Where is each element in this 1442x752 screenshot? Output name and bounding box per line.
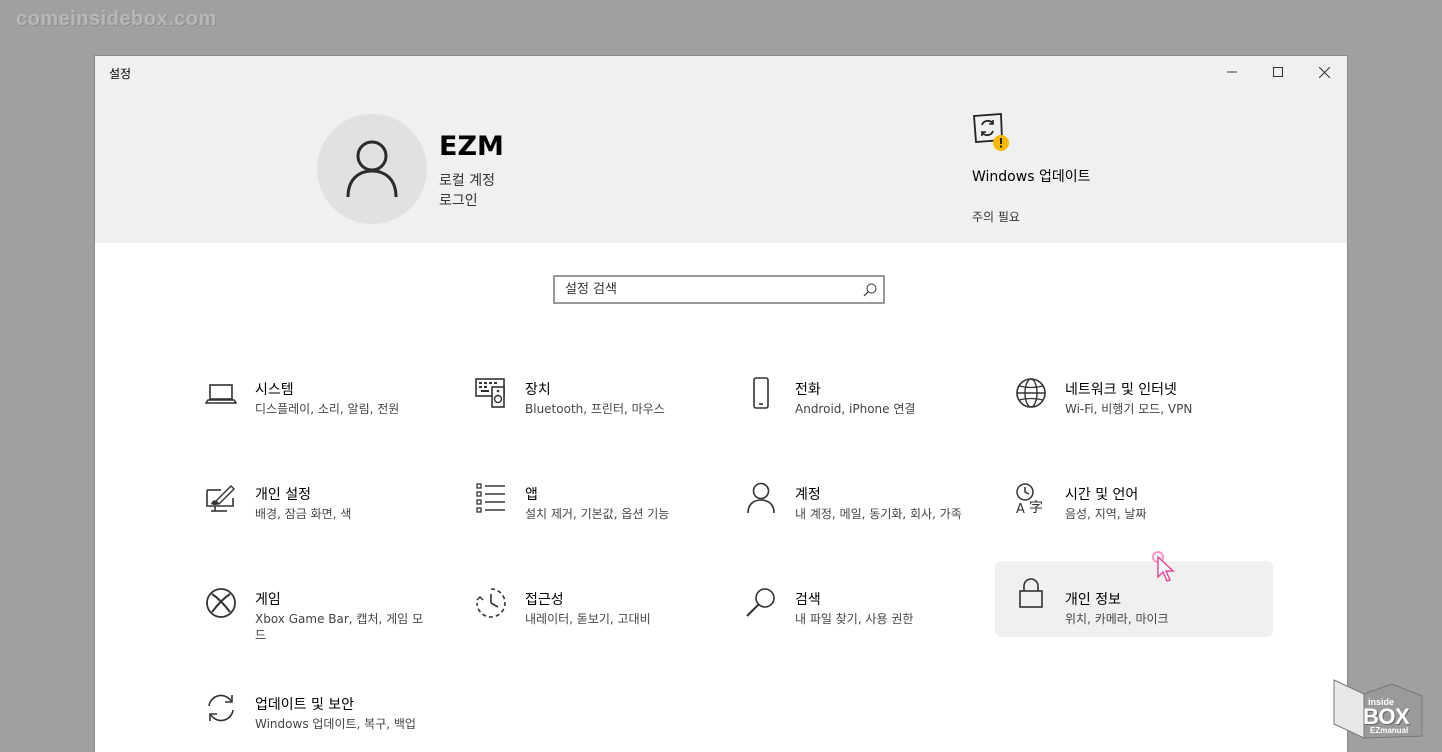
tile-title: 네트워크 및 인터넷 — [1065, 382, 1177, 398]
tile-title: 장치 — [525, 382, 551, 398]
minimize-button[interactable] — [1209, 56, 1255, 88]
lock-icon — [1019, 578, 1043, 608]
tile-devices[interactable]: 장치 Bluetooth, 프린터, 마우스 — [465, 366, 743, 442]
tile-time-language[interactable]: A 字 시간 및 언어 음성, 지역, 날짜 — [1005, 471, 1283, 547]
tile-title: 시스템 — [255, 382, 294, 398]
tile-title: 계정 — [795, 487, 821, 503]
tile-search[interactable]: 검색 내 파일 찾기, 사용 권한 — [735, 576, 1013, 652]
tile-title: 개인 설정 — [255, 487, 311, 503]
xbox-icon — [206, 588, 236, 618]
settings-window: 설정 EZM 로컬 계정 로그인 Windows 업데이트 주의 필요 설정 검… — [95, 56, 1347, 752]
close-icon — [1318, 66, 1330, 78]
tile-subtitle: 디스플레이, 소리, 알림, 전원 — [255, 402, 400, 416]
tile-apps[interactable]: 앱 설치 제거, 기본값, 옵션 기능 — [465, 471, 743, 547]
tile-subtitle: 설치 제거, 기본값, 옵션 기능 — [525, 507, 670, 521]
user-name: EZM — [439, 131, 504, 162]
tile-subtitle: Bluetooth, 프린터, 마우스 — [525, 402, 665, 416]
title-bar[interactable]: 설정 — [95, 56, 1347, 88]
tile-subtitle: 내 파일 찾기, 사용 권한 — [795, 612, 914, 626]
watermark-text: comeinsidebox.com — [16, 8, 217, 30]
tile-subtitle: Windows 업데이트, 복구, 백업 — [255, 717, 416, 731]
close-button[interactable] — [1301, 56, 1347, 88]
tile-subtitle: Wi-Fi, 비행기 모드, VPN — [1065, 402, 1193, 416]
globe-icon — [1016, 378, 1046, 408]
tile-subtitle: Xbox Game Bar, 캡처, 게임 모드 — [255, 612, 424, 642]
tile-personalization[interactable]: 개인 설정 배경, 잠금 화면, 색 — [195, 471, 473, 547]
phone-icon — [753, 377, 769, 409]
logo-bottom-text: EZmanual — [1370, 726, 1409, 735]
avatar[interactable] — [317, 114, 427, 224]
apps-list-icon — [476, 483, 505, 513]
maximize-icon — [1273, 67, 1283, 77]
tile-ease-of-access[interactable]: 접근성 내레이터, 돋보기, 고대비 — [465, 576, 743, 652]
magnifier-icon — [746, 588, 775, 617]
tile-title: 전화 — [795, 382, 821, 398]
windows-update-warning-icon[interactable] — [971, 112, 1011, 152]
laptop-icon — [205, 384, 237, 404]
tile-system[interactable]: 시스템 디스플레이, 소리, 알림, 전원 — [195, 366, 473, 442]
mouse-cursor-icon — [1152, 551, 1175, 582]
tile-subtitle: 음성, 지역, 날짜 — [1065, 507, 1147, 521]
tile-title: 게임 — [255, 592, 281, 608]
maximize-button[interactable] — [1255, 56, 1301, 88]
tile-title: 개인 정보 — [1065, 592, 1121, 608]
tile-title: 접근성 — [525, 592, 564, 608]
search-input[interactable] — [565, 282, 855, 297]
tile-accounts[interactable]: 계정 내 계정, 메일, 동기화, 회사, 가족 — [735, 471, 1013, 547]
tile-title: 앱 — [525, 487, 538, 503]
time-language-icon: A 字 — [1016, 483, 1043, 514]
keyboard-speaker-icon — [475, 378, 505, 408]
signin-link[interactable]: 로그인 — [439, 190, 478, 210]
tile-gaming[interactable]: 게임 Xbox Game Bar, 캡처, 게임 모드 — [195, 576, 473, 652]
tile-subtitle: 배경, 잠금 화면, 색 — [255, 507, 352, 521]
windows-update-title[interactable]: Windows 업데이트 — [972, 168, 1092, 186]
paint-monitor-icon — [206, 485, 235, 512]
tile-phone[interactable]: 전화 Android, iPhone 연결 — [735, 366, 1013, 442]
person-avatar-icon — [346, 140, 398, 198]
ease-of-access-icon — [476, 588, 506, 618]
tile-title: 시간 및 언어 — [1065, 487, 1139, 503]
tile-network[interactable]: 네트워크 및 인터넷 Wi-Fi, 비행기 모드, VPN — [1005, 366, 1283, 442]
tile-subtitle: 내 계정, 메일, 동기화, 회사, 가족 — [795, 507, 962, 521]
search-box[interactable] — [553, 275, 885, 304]
tile-subtitle: 위치, 카메라, 마이크 — [1065, 612, 1169, 626]
svg-text:A: A — [1016, 502, 1025, 514]
tile-title: 검색 — [795, 592, 821, 608]
tile-title: 업데이트 및 보안 — [255, 697, 355, 713]
tile-subtitle: 내레이터, 돋보기, 고대비 — [525, 612, 651, 626]
settings-header: EZM 로컬 계정 로그인 Windows 업데이트 주의 필요 — [95, 88, 1347, 243]
svg-text:字: 字 — [1029, 500, 1043, 514]
minimize-icon — [1227, 71, 1237, 73]
tile-update-security[interactable]: 업데이트 및 보안 Windows 업데이트, 복구, 백업 — [195, 681, 473, 752]
windows-update-status: 주의 필요 — [972, 210, 1020, 224]
window-title: 설정 — [109, 67, 132, 81]
search-icon[interactable] — [863, 283, 877, 297]
tile-privacy[interactable]: 개인 정보 위치, 카메라, 마이크 — [995, 561, 1273, 637]
person-icon — [747, 482, 775, 514]
sync-arrows-icon — [208, 694, 234, 722]
account-type: 로컬 계정 — [439, 173, 495, 189]
tile-subtitle: Android, iPhone 연결 — [795, 402, 916, 416]
